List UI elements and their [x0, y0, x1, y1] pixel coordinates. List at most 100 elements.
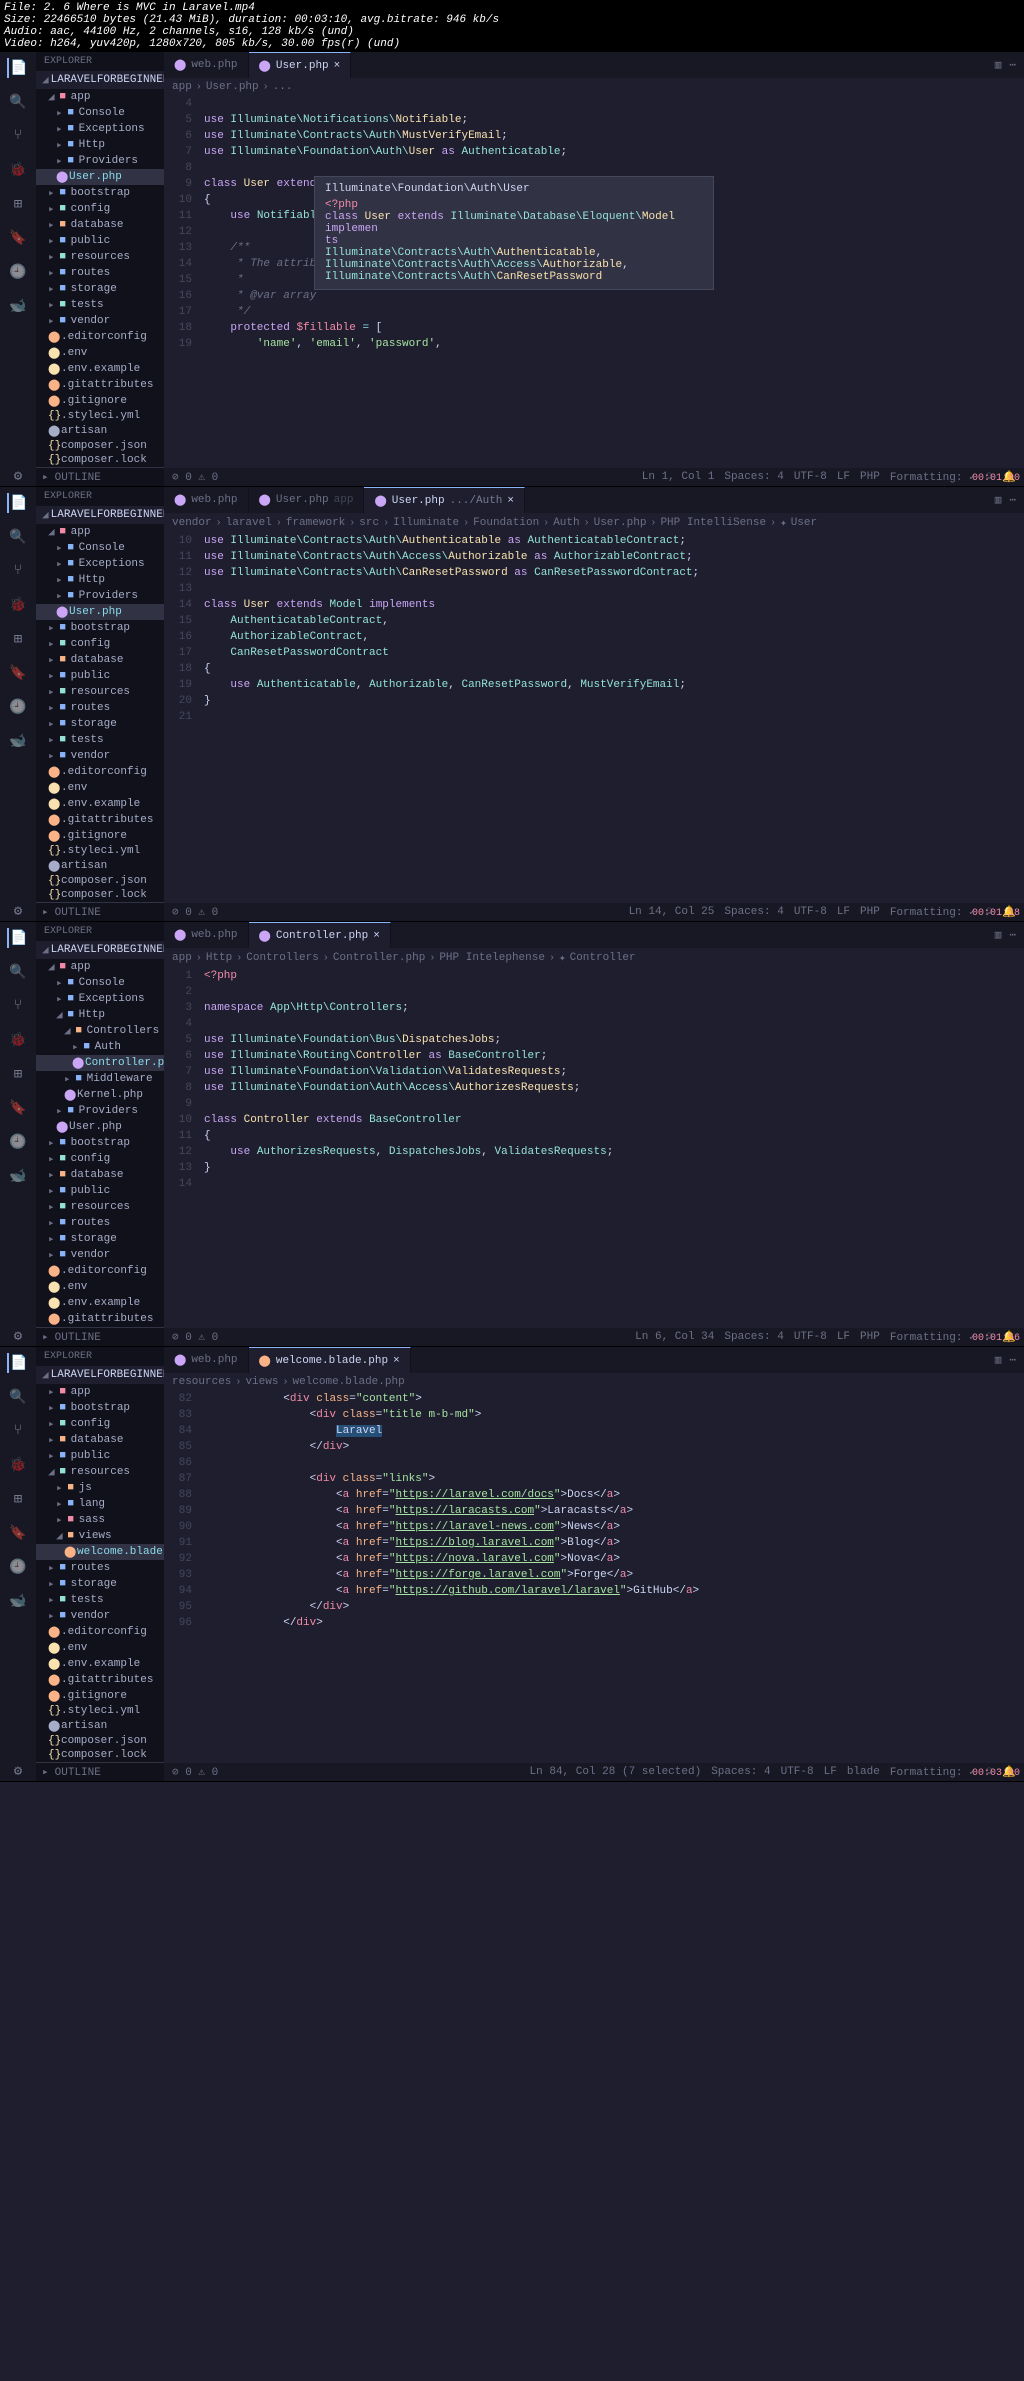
breadcrumb[interactable]: vendor › laravel › framework › src › Ill… — [164, 513, 1024, 533]
breadcrumb[interactable]: app › User.php › ... — [164, 78, 1024, 96]
folder-tests[interactable]: ▸■tests — [36, 732, 164, 748]
explorer-icon[interactable]: 📄 — [7, 1353, 27, 1373]
folder-sass[interactable]: ▸■sass — [36, 1512, 164, 1528]
file-composer-json[interactable]: {}composer.json — [36, 874, 164, 888]
folder-lang[interactable]: ▸■lang — [36, 1496, 164, 1512]
code-lines[interactable]: <?php namespace App\Http\Controllers; us… — [204, 968, 1024, 1328]
explorer-icon[interactable]: 📄 — [7, 493, 27, 513]
code-area[interactable]: 45678910111213141516171819 use Illuminat… — [164, 96, 1024, 468]
more-icon[interactable]: ⋯ — [1009, 58, 1016, 72]
file-editorconfig[interactable]: ⬤.editorconfig — [36, 764, 164, 780]
folder-middleware[interactable]: ▸■Middleware — [36, 1071, 164, 1087]
file-artisan[interactable]: ⬤artisan — [36, 423, 164, 439]
split-icon[interactable]: ▥ — [995, 493, 1002, 507]
file-gitignore[interactable]: ⬤.gitignore — [36, 393, 164, 409]
file-gitattributes[interactable]: ⬤.gitattributes — [36, 1672, 164, 1688]
folder-public[interactable]: ▸■public — [36, 1183, 164, 1199]
folder-bootstrap[interactable]: ▸■bootstrap — [36, 1135, 164, 1151]
folder-bootstrap[interactable]: ▸■bootstrap — [36, 185, 164, 201]
file-gitignore[interactable]: ⬤.gitignore — [36, 1688, 164, 1704]
formatting-indicator[interactable]: Formatting: ✓ — [890, 905, 976, 919]
folder-database[interactable]: ▸■database — [36, 217, 164, 233]
file-env[interactable]: ⬤.env — [36, 345, 164, 361]
cursor-position[interactable]: Ln 84, Col 28 (7 selected) — [530, 1766, 702, 1778]
settings-icon[interactable]: ⚙ — [8, 901, 28, 921]
folder-console[interactable]: ▸■Console — [36, 540, 164, 556]
folder-resources[interactable]: ▸■resources — [36, 684, 164, 700]
folder-config[interactable]: ▸■config — [36, 636, 164, 652]
split-icon[interactable]: ▥ — [995, 1353, 1002, 1367]
spaces-indicator[interactable]: Spaces: 4 — [724, 1331, 783, 1343]
file-editorconfig[interactable]: ⬤.editorconfig — [36, 329, 164, 345]
folder-storage[interactable]: ▸■storage — [36, 716, 164, 732]
folder-public[interactable]: ▸■public — [36, 1448, 164, 1464]
folder-config[interactable]: ▸■config — [36, 201, 164, 217]
folder-providers[interactable]: ▸■Providers — [36, 153, 164, 169]
errors-badge[interactable]: ⊘ 0 ⚠ 0 — [172, 470, 218, 484]
settings-icon[interactable]: ⚙ — [8, 1326, 28, 1346]
spaces-indicator[interactable]: Spaces: 4 — [724, 906, 783, 918]
folder-http[interactable]: ◢■Http — [36, 1007, 164, 1023]
tab-controller-php[interactable]: ⬤Controller.php× — [249, 922, 391, 948]
file-styleci[interactable]: {}.styleci.yml — [36, 409, 164, 423]
bookmarks-icon[interactable]: 🔖 — [8, 228, 28, 248]
file-editorconfig[interactable]: ⬤.editorconfig — [36, 1263, 164, 1279]
debug-icon[interactable]: 🐞 — [8, 160, 28, 180]
settings-icon[interactable]: ⚙ — [8, 466, 28, 486]
folder-bootstrap[interactable]: ▸■bootstrap — [36, 1400, 164, 1416]
language-indicator[interactable]: PHP — [860, 471, 880, 483]
folder-auth[interactable]: ▸■Auth — [36, 1039, 164, 1055]
folder-app[interactable]: ◢■app — [36, 959, 164, 975]
docker-icon[interactable]: 🐋 — [8, 1591, 28, 1611]
tab-web-php[interactable]: ⬤web.php — [164, 922, 249, 948]
file-env[interactable]: ⬤.env — [36, 1640, 164, 1656]
bookmarks-icon[interactable]: 🔖 — [8, 663, 28, 683]
bookmarks-icon[interactable]: 🔖 — [8, 1523, 28, 1543]
formatting-indicator[interactable]: Formatting: ✓ — [890, 1330, 976, 1344]
folder-exceptions[interactable]: ▸■Exceptions — [36, 991, 164, 1007]
encoding-indicator[interactable]: UTF-8 — [781, 1766, 814, 1778]
more-icon[interactable]: ⋯ — [1009, 1353, 1016, 1367]
close-icon[interactable]: × — [373, 930, 380, 942]
file-composer-json[interactable]: {}composer.json — [36, 1734, 164, 1748]
folder-vendor[interactable]: ▸■vendor — [36, 313, 164, 329]
folder-tests[interactable]: ▸■tests — [36, 297, 164, 313]
folder-storage[interactable]: ▸■storage — [36, 281, 164, 297]
outline-section[interactable]: ▸ OUTLINE — [36, 902, 164, 921]
file-env-example[interactable]: ⬤.env.example — [36, 796, 164, 812]
language-indicator[interactable]: blade — [847, 1766, 880, 1778]
breadcrumb[interactable]: app › Http › Controllers › Controller.ph… — [164, 948, 1024, 968]
explorer-icon[interactable]: 📄 — [7, 928, 27, 948]
folder-config[interactable]: ▸■config — [36, 1151, 164, 1167]
close-icon[interactable]: × — [507, 495, 514, 507]
file-composer-lock[interactable]: {}composer.lock — [36, 1748, 164, 1762]
folder-console[interactable]: ▸■Console — [36, 105, 164, 121]
file-gitignore[interactable]: ⬤.gitignore — [36, 828, 164, 844]
eol-indicator[interactable]: LF — [837, 1331, 850, 1343]
source-control-icon[interactable]: ⑂ — [8, 561, 28, 581]
folder-console[interactable]: ▸■Console — [36, 975, 164, 991]
timeline-icon[interactable]: 🕘 — [8, 1557, 28, 1577]
explorer-icon[interactable]: 📄 — [7, 58, 27, 78]
file-user-php[interactable]: ⬤User.php — [36, 1119, 164, 1135]
folder-exceptions[interactable]: ▸■Exceptions — [36, 556, 164, 572]
folder-resources[interactable]: ▸■resources — [36, 249, 164, 265]
more-icon[interactable]: ⋯ — [1009, 493, 1016, 507]
code-area[interactable]: 828384858687888990919293949596 <div clas… — [164, 1391, 1024, 1763]
file-env-example[interactable]: ⬤.env.example — [36, 1656, 164, 1672]
tab-user-php-app[interactable]: ⬤User.php app — [249, 487, 365, 513]
folder-vendor[interactable]: ▸■vendor — [36, 1247, 164, 1263]
folder-resources[interactable]: ▸■resources — [36, 1199, 164, 1215]
language-indicator[interactable]: PHP — [860, 1331, 880, 1343]
folder-storage[interactable]: ▸■storage — [36, 1231, 164, 1247]
close-icon[interactable]: × — [393, 1355, 400, 1367]
eol-indicator[interactable]: LF — [837, 906, 850, 918]
docker-icon[interactable]: 🐋 — [8, 1166, 28, 1186]
file-artisan[interactable]: ⬤artisan — [36, 858, 164, 874]
formatting-indicator[interactable]: Formatting: ✓ — [890, 1765, 976, 1779]
outline-section[interactable]: ▸ OUTLINE — [36, 1327, 164, 1346]
folder-storage[interactable]: ▸■storage — [36, 1576, 164, 1592]
tab-web-php[interactable]: ⬤web.php — [164, 487, 249, 513]
code-lines[interactable]: use Illuminate\Notifications\Notifiable;… — [204, 96, 1024, 468]
folder-vendor[interactable]: ▸■vendor — [36, 748, 164, 764]
